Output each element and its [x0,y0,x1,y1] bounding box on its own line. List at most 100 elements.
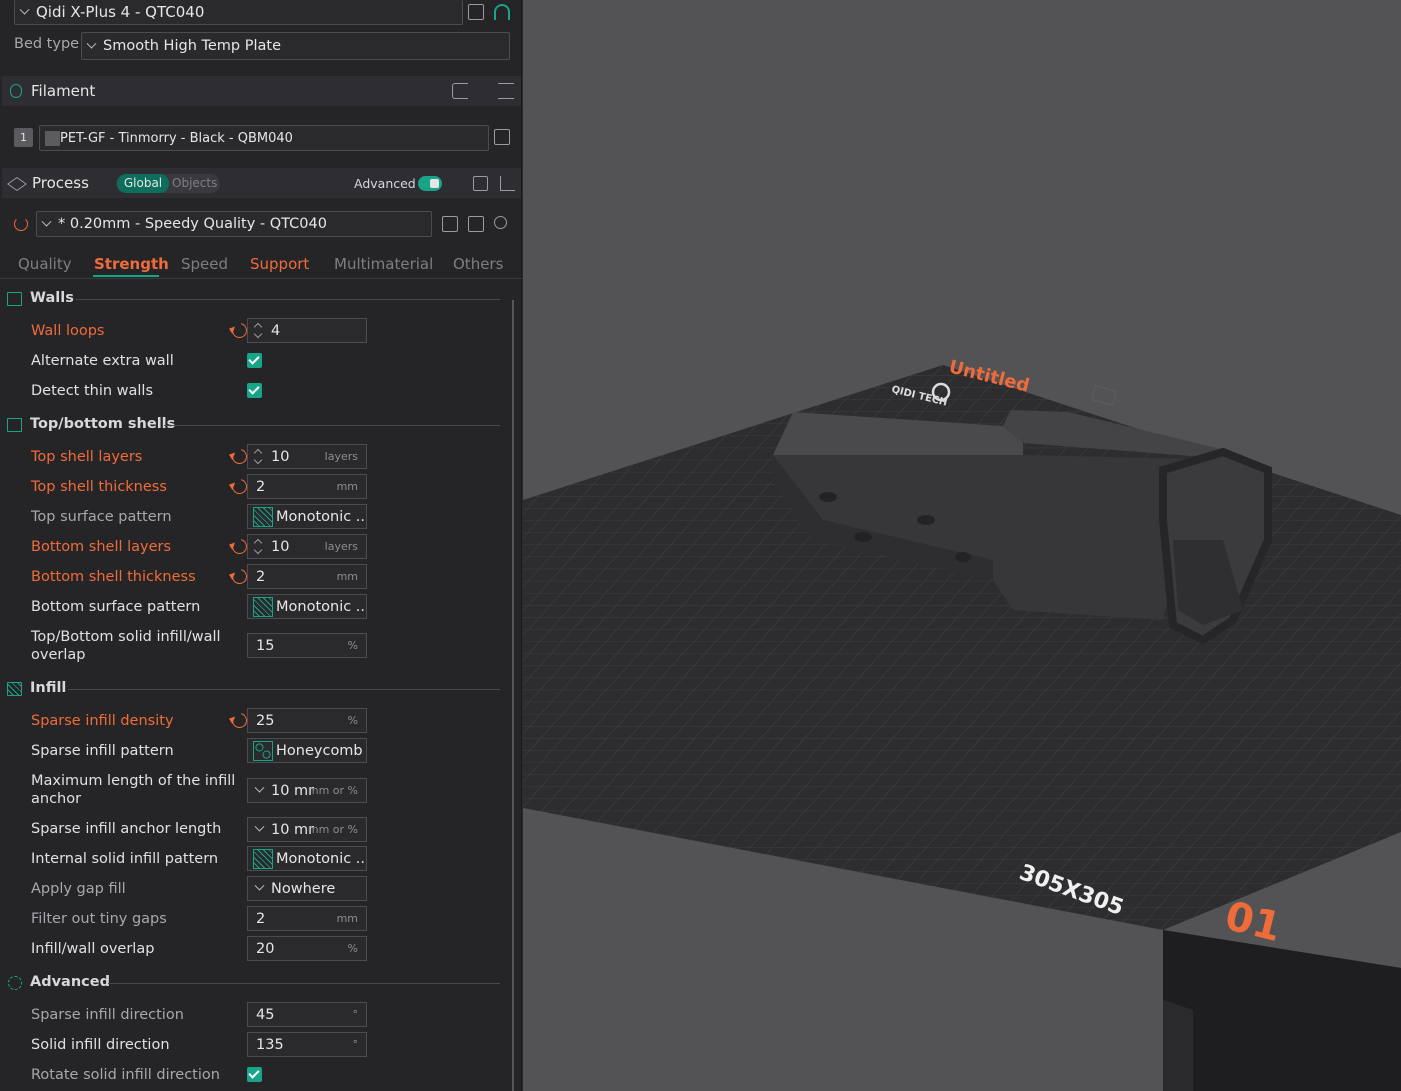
plate-edit-icon[interactable] [1090,385,1118,406]
top-surface-pattern-select[interactable]: Monotonic ... [247,504,367,529]
spinner-icon[interactable] [253,322,263,339]
settings-scrollbar[interactable] [512,300,514,1091]
bottom-surface-pattern-select[interactable]: Monotonic ... [247,594,367,619]
filament-settings-icon[interactable] [498,83,514,99]
rotate-solid-checkbox[interactable] [247,1067,262,1082]
collapse-preset-icon[interactable] [468,216,484,232]
printer-selector[interactable]: Qidi X-Plus 4 - QTC040 [14,0,463,25]
search-icon[interactable] [494,216,507,229]
advanced-group-title: Advanced [30,974,110,990]
honeycomb-pattern-icon [253,740,273,761]
3d-viewport[interactable]: Untitled QIDI TECH 305X305 01 [523,0,1401,1091]
settings-panel: Qidi X-Plus 4 - QTC040 Bed type Smooth H… [0,0,522,1091]
walls-divider [76,299,500,300]
unit-label: mm [336,480,358,493]
bed-type-selector[interactable]: Smooth High Temp Plate [81,32,510,60]
process-list-icon[interactable] [473,176,488,191]
anchor-length-combo[interactable]: 10 mr mm or % [247,817,367,842]
bottom-shell-thickness-label: Bottom shell thickness [31,569,196,585]
top-surface-pattern-label: Top surface pattern [31,509,172,525]
detect-thin-walls-label: Detect thin walls [31,383,154,399]
detect-thin-walls-checkbox[interactable] [247,383,262,398]
solid-direction-value: 135 [256,1036,284,1053]
solid-direction-input[interactable]: 135 ° [247,1032,367,1057]
filter-gaps-input[interactable]: 2 mm [247,906,367,931]
process-preset-selector[interactable]: * 0.20mm - Speedy Quality - QTC040 [36,211,432,237]
sparse-direction-label: Sparse infill direction [31,1007,184,1023]
sparse-direction-value: 45 [256,1006,275,1023]
infill-group-title: Infill [30,680,67,696]
tab-strength[interactable]: Strength [94,255,169,273]
internal-solid-pattern-label: Internal solid infill pattern [31,851,219,867]
infill-icon [7,682,22,696]
top-shell-thickness-input[interactable]: 2 mm [247,474,367,499]
unit-label: ° [352,1038,359,1051]
monotonic-pattern-icon [253,506,273,527]
build-plate-front-edge [1163,930,1401,1091]
bottom-shell-layers-input[interactable]: 10 layers [247,534,367,559]
spinner-icon[interactable] [253,448,263,465]
preset-reset-icon[interactable] [14,217,28,231]
unit-label: mm or % [307,784,358,797]
tab-others[interactable]: Others [453,255,503,273]
tab-multimaterial[interactable]: Multimaterial [334,255,433,273]
internal-solid-pattern-select[interactable]: Monotonic ... [247,846,367,871]
top-shell-layers-input[interactable]: 10 layers [247,444,367,469]
sparse-infill-pattern-select[interactable]: Honeycomb [247,738,367,763]
add-filament-icon[interactable] [452,83,468,99]
infill-wall-overlap-input[interactable]: 20 % [247,936,367,961]
gap-fill-select[interactable]: Nowhere [247,876,367,901]
top-shell-thickness-value: 2 [256,478,266,495]
advanced-divider [108,983,500,984]
sparse-infill-density-label: Sparse infill density [31,713,174,729]
scope-toggle[interactable]: Global Objects [116,174,220,193]
sparse-infill-density-input[interactable]: 25 % [247,708,367,733]
unit-label: mm or % [307,823,358,836]
edit-filament-icon[interactable] [494,129,510,145]
solid-infill-overlap-input[interactable]: 15 % [247,633,367,658]
advanced-toggle[interactable] [418,176,442,191]
sparse-direction-input[interactable]: 45 ° [247,1002,367,1027]
compare-icon[interactable] [500,176,515,191]
layers-icon [7,177,27,191]
filter-gaps-value: 2 [256,910,266,927]
anchor-length-label: Sparse infill anchor length [31,821,222,837]
tab-support[interactable]: Support [250,255,309,273]
tabs-divider [0,278,522,279]
sparse-infill-pattern-label: Sparse infill pattern [31,743,174,759]
chevron-down-icon [86,38,97,49]
monotonic-pattern-icon [253,596,273,617]
wifi-icon[interactable] [494,4,510,20]
tab-quality[interactable]: Quality [18,255,72,273]
infill-wall-overlap-value: 20 [256,940,275,957]
shells-icon [7,418,22,432]
max-anchor-length-combo[interactable]: 10 mr mm or % [247,778,367,803]
viewport-scene[interactable]: Untitled QIDI TECH 305X305 01 [523,0,1401,1091]
walls-icon [7,292,22,306]
sparse-infill-density-value: 25 [256,712,275,729]
filament-slot-badge: 1 [14,128,33,147]
filter-gaps-label: Filter out tiny gaps [31,911,167,927]
unit-label: mm [336,912,358,925]
alternate-extra-wall-label: Alternate extra wall [31,353,174,369]
solid-infill-overlap-label-2: overlap [31,647,86,663]
gap-fill-label: Apply gap fill [31,881,126,897]
unit-label: % [347,942,358,955]
edit-printer-icon[interactable] [468,4,484,20]
wall-loops-input[interactable]: 4 [247,318,367,343]
monotonic-pattern-icon [253,848,273,869]
spinner-icon[interactable] [253,538,263,555]
bottom-shell-thickness-input[interactable]: 2 mm [247,564,367,589]
filament-selector[interactable]: PET-GF - Tinmorry - Black - QBM040 [39,125,489,151]
tab-speed[interactable]: Speed [181,255,228,273]
chevron-down-icon [254,880,265,891]
save-preset-icon[interactable] [442,216,458,232]
alternate-extra-wall-checkbox[interactable] [247,353,262,368]
scope-objects[interactable]: Objects [172,176,217,190]
active-tab-indicator [93,275,159,277]
max-anchor-length-label-1: Maximum length of the infill [31,773,236,789]
filament-header: Filament [2,76,521,106]
scope-global[interactable]: Global [117,174,169,193]
top-shell-thickness-label: Top shell thickness [31,479,167,495]
gap-fill-value: Nowhere [271,880,336,897]
